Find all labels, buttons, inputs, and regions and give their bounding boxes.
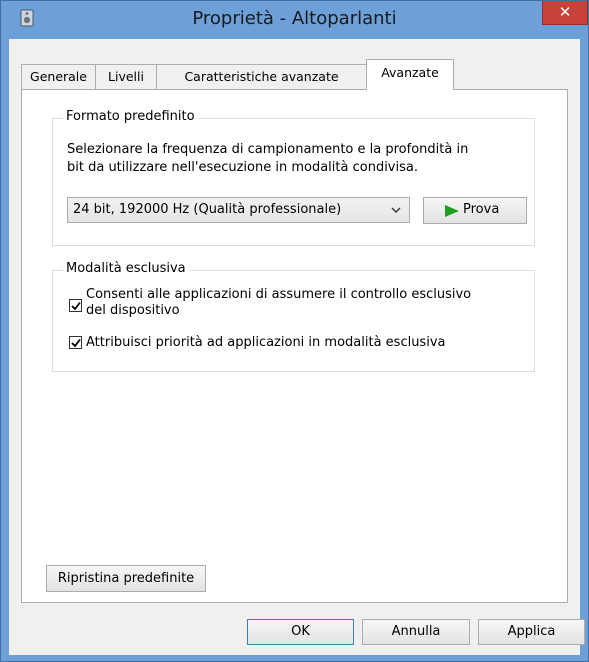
sample-format-selected-value: 24 bit, 192000 Hz (Qualità professionale… (73, 202, 342, 217)
chevron-down-icon (391, 207, 401, 213)
checkmark-icon (71, 338, 81, 348)
exclusive-priority-option[interactable]: Attribuisci priorità ad applicazioni in … (69, 334, 529, 354)
checkmark-icon (71, 301, 81, 311)
test-button-label: Prova (463, 202, 500, 217)
default-format-description-line1: Selezionare la frequenza di campionament… (67, 142, 469, 157)
sample-format-dropdown[interactable]: 24 bit, 192000 Hz (Qualità professionale… (67, 197, 410, 223)
default-format-group: Formato predefinito Selezionare la frequ… (52, 109, 535, 246)
close-button[interactable]: ✕ (542, 1, 588, 25)
default-format-legend: Formato predefinito (63, 109, 198, 124)
dialog-client-area: Generale Livelli Caratteristiche avanzat… (9, 39, 585, 655)
exclusive-mode-group: Modalità esclusiva Consenti alle applica… (52, 261, 535, 372)
ok-button[interactable]: OK (247, 619, 354, 645)
restore-defaults-button[interactable]: Ripristina predefinite (46, 565, 206, 592)
tab-caratteristiche-avanzate[interactable]: Caratteristiche avanzate (156, 64, 367, 89)
apply-button[interactable]: Applica (478, 619, 585, 645)
exclusive-priority-label: Attribuisci priorità ad applicazioni in … (86, 335, 446, 350)
exclusive-control-checkbox[interactable] (69, 299, 82, 312)
window-title: Proprietà - Altoparlanti (192, 8, 397, 29)
test-button[interactable]: Prova (423, 197, 527, 224)
title-bar[interactable]: Proprietà - Altoparlanti ✕ (1, 1, 588, 39)
exclusive-mode-legend: Modalità esclusiva (63, 261, 189, 276)
close-icon: ✕ (558, 3, 572, 21)
tab-panel-avanzate: Formato predefinito Selezionare la frequ… (21, 89, 568, 603)
tab-livelli[interactable]: Livelli (95, 64, 157, 89)
exclusive-control-label-line1: Consenti alle applicazioni di assumere i… (86, 287, 472, 302)
tab-avanzate[interactable]: Avanzate (366, 59, 454, 90)
default-format-description-line2: bit da utilizzare nell'esecuzione in mod… (67, 160, 418, 175)
exclusive-priority-checkbox[interactable] (69, 336, 82, 349)
cancel-button[interactable]: Annulla (362, 619, 470, 645)
properties-window: Proprietà - Altoparlanti ✕ Generale Live… (0, 0, 589, 662)
tab-generale[interactable]: Generale (21, 64, 96, 89)
play-icon (445, 205, 459, 217)
exclusive-control-option[interactable]: Consenti alle applicazioni di assumere i… (69, 287, 529, 327)
exclusive-control-label-line2: del dispositivo (86, 303, 180, 318)
